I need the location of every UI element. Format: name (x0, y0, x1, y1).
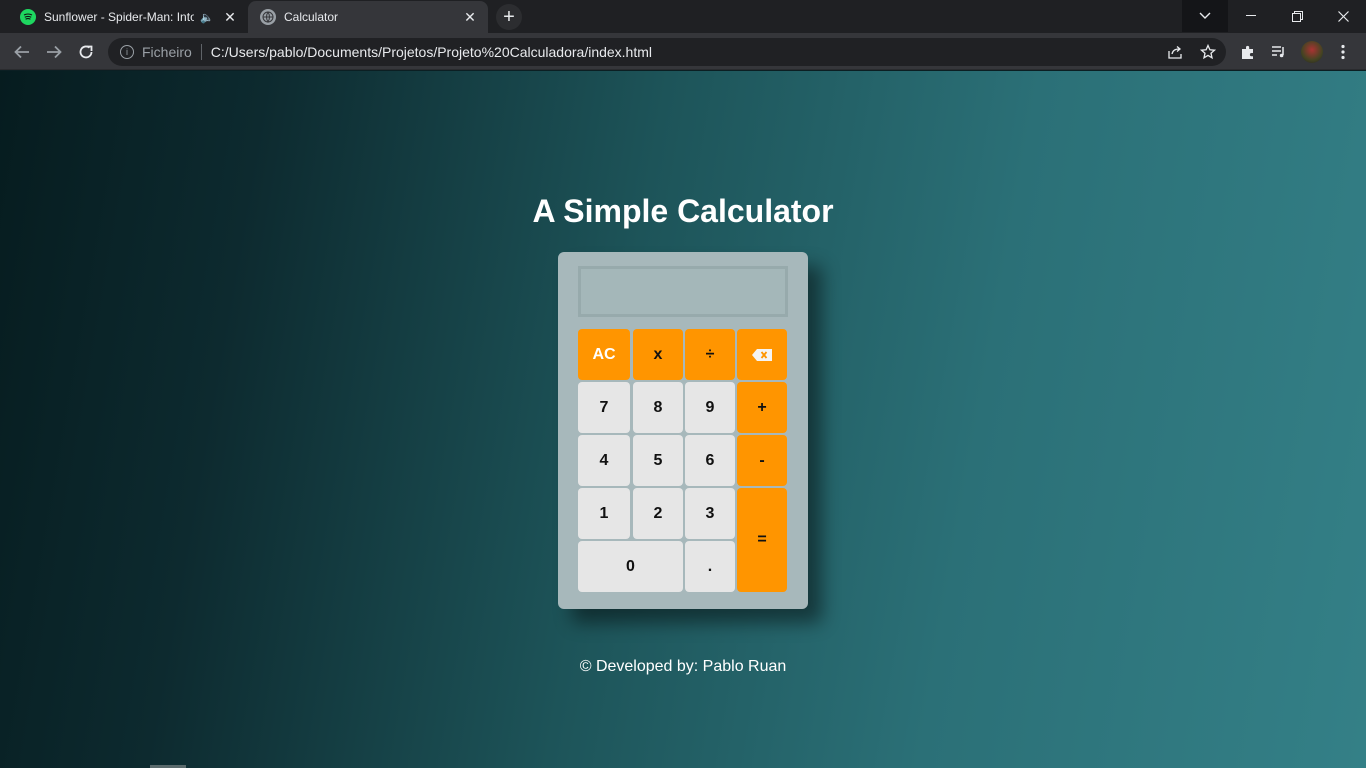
developer-credit: © Developed by: Pablo Ruan (579, 658, 787, 675)
close-tab-icon[interactable]: ✕ (462, 9, 478, 25)
address-bar[interactable]: i Ficheiro C:/Users/pablo/Documents/Proj… (108, 38, 1226, 66)
digit-3-button[interactable]: 3 (685, 488, 735, 539)
tab-search-dropdown-icon[interactable] (1182, 0, 1228, 32)
reload-icon[interactable] (74, 40, 98, 64)
back-arrow-icon[interactable] (10, 40, 34, 64)
share-icon[interactable] (1165, 41, 1187, 63)
browser-toolbar: i Ficheiro C:/Users/pablo/Documents/Proj… (0, 33, 1366, 70)
equals-button[interactable]: = (737, 488, 787, 592)
close-tab-icon[interactable]: ✕ (222, 9, 238, 25)
tab-calculator[interactable]: Calculator ✕ (248, 1, 488, 33)
digit-7-button[interactable]: 7 (578, 382, 630, 433)
restore-icon[interactable] (1274, 0, 1320, 32)
profile-avatar[interactable] (1301, 41, 1323, 63)
calculator: AC x ÷ 7 8 9 + 4 5 6 - 1 2 3 = 0 . (558, 252, 808, 609)
clear-button[interactable]: AC (578, 329, 630, 380)
multiply-button[interactable]: x (633, 329, 683, 380)
menu-kebab-icon[interactable] (1332, 41, 1354, 63)
page-content: A Simple Calculator AC x ÷ 7 8 9 + 4 5 6… (0, 71, 1366, 768)
digit-9-button[interactable]: 9 (685, 382, 735, 433)
backspace-icon (752, 348, 772, 361)
tab-title: Calculator (284, 10, 339, 24)
new-tab-button[interactable]: + (496, 4, 522, 30)
digit-8-button[interactable]: 8 (633, 382, 683, 433)
digit-0-button[interactable]: 0 (578, 541, 683, 592)
extensions-puzzle-icon[interactable] (1237, 41, 1259, 63)
backspace-button[interactable] (737, 329, 787, 380)
calculator-display (578, 266, 788, 317)
digit-4-button[interactable]: 4 (578, 435, 630, 486)
spotify-icon (20, 9, 36, 25)
address-scheme: Ficheiro (142, 44, 192, 60)
audio-playing-icon[interactable]: 🔈 (200, 11, 214, 24)
close-window-icon[interactable] (1320, 0, 1366, 32)
decimal-point-button[interactable]: . (685, 541, 735, 592)
forward-arrow-icon[interactable] (42, 40, 66, 64)
tab-spotify[interactable]: Sunflower - Spider-Man: Into 🔈 ✕ (8, 1, 248, 33)
info-icon[interactable]: i (120, 45, 134, 59)
digit-2-button[interactable]: 2 (633, 488, 683, 539)
bookmark-star-icon[interactable] (1197, 41, 1219, 63)
digit-5-button[interactable]: 5 (633, 435, 683, 486)
media-control-icon[interactable] (1268, 41, 1290, 63)
tab-bar: Sunflower - Spider-Man: Into 🔈 ✕ Calcula… (0, 0, 1366, 33)
globe-icon (260, 9, 276, 25)
add-button[interactable]: + (737, 382, 787, 433)
tab-title: Sunflower - Spider-Man: Into (44, 10, 195, 24)
digit-1-button[interactable]: 1 (578, 488, 630, 539)
address-url[interactable]: C:/Users/pablo/Documents/Projetos/Projet… (211, 44, 652, 60)
address-divider (200, 44, 202, 60)
digit-6-button[interactable]: 6 (685, 435, 735, 486)
divide-button[interactable]: ÷ (685, 329, 735, 380)
minimize-icon[interactable] (1228, 0, 1274, 32)
page-title: A Simple Calculator (532, 193, 834, 229)
subtract-button[interactable]: - (737, 435, 787, 486)
